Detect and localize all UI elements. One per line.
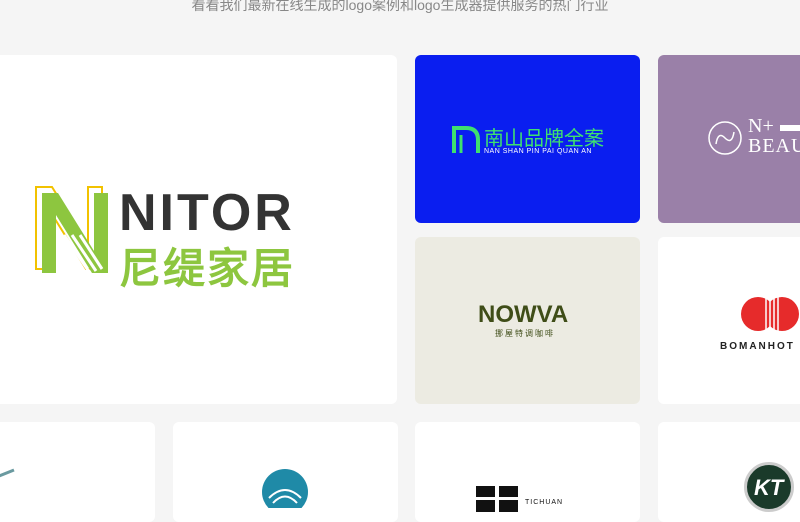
kt-badge-label: KT (754, 475, 784, 500)
tichuan-brand-name: TICHUAN (525, 499, 564, 506)
nanshan-chinese-name: 南山品牌全案 (484, 128, 604, 150)
beauty-small-badge (780, 125, 800, 131)
teal-circle-mark-icon (262, 469, 308, 508)
logo-card-bomanhot[interactable]: BOMANHOT (658, 237, 800, 404)
nitor-brand-name: NITOR (119, 184, 295, 242)
logo-card-teal-circle[interactable] (173, 422, 398, 522)
logo-card-nowva[interactable]: NOWVA 挪屋特调咖啡 (415, 237, 640, 404)
logo-card-nitor[interactable]: NITOR 尼缇家居 (0, 55, 397, 404)
logo-card-hexagon[interactable] (0, 422, 155, 522)
logo-card-kt[interactable]: KT (658, 422, 800, 522)
kt-badge-icon: KT (744, 462, 794, 512)
beauty-line-2: BEAU (748, 135, 800, 157)
nowva-subtitle: 挪屋特调咖啡 (495, 329, 555, 338)
logo-card-nanshan[interactable]: 南山品牌全案 NAN SHAN PIN PAI QUAN AN (415, 55, 640, 223)
nowva-brand-name: NOWVA (478, 301, 569, 328)
logo-card-beauty[interactable]: N+ BEAU (658, 55, 800, 223)
tichuan-block-mark-icon (476, 486, 518, 512)
nitor-n-mark-icon (35, 186, 108, 274)
hexagon-mark-icon (0, 468, 15, 478)
bomanhot-red-mark-icon (741, 295, 799, 333)
nanshan-n-mark-icon (452, 126, 480, 153)
beauty-circle-mark-icon (708, 121, 742, 155)
nanshan-english-name: NAN SHAN PIN PAI QUAN AN (484, 148, 592, 155)
bomanhot-brand-name: BOMANHOT (720, 341, 795, 352)
logo-card-tichuan[interactable]: TICHUAN (415, 422, 640, 522)
nitor-chinese-name: 尼缇家居 (119, 245, 296, 292)
page-subtitle: 看看我们最新在线生成的logo案例和logo生成器提供服务的热门行业 (191, 0, 609, 13)
